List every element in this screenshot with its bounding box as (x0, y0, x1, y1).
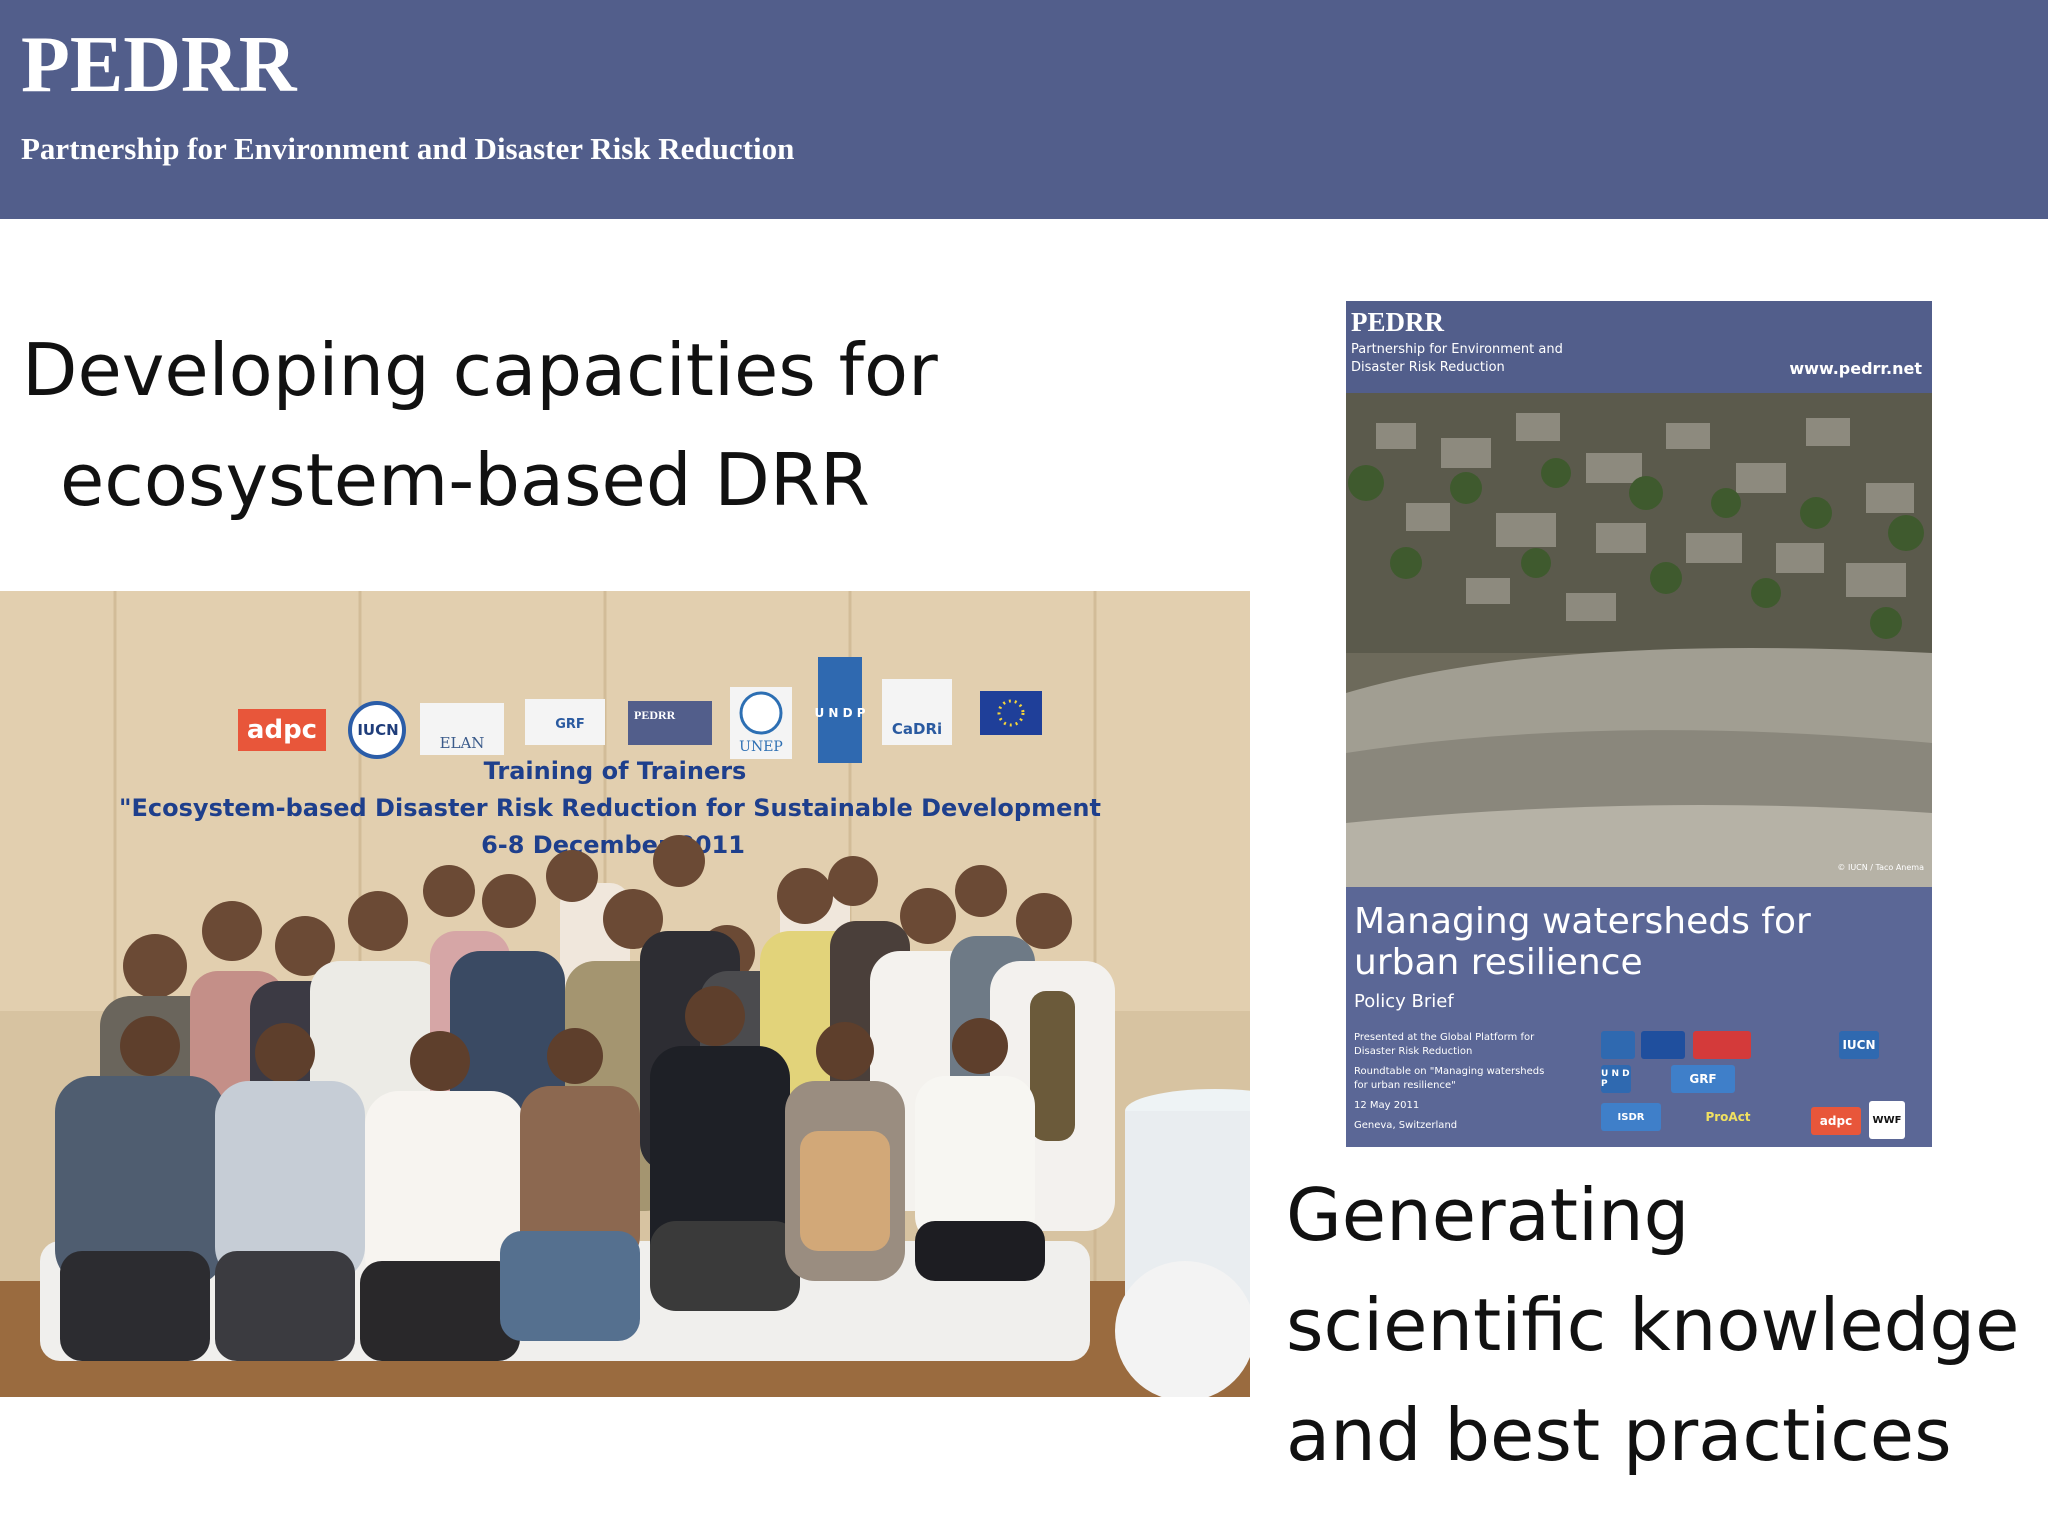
knowledge-heading-line1: Generating (1286, 1173, 1690, 1257)
unep-logo-text: UNEP (739, 739, 783, 755)
iucn-logo-text: IUCN (357, 721, 398, 739)
cover-adpc-logo: adpc (1811, 1107, 1861, 1135)
cover-note: 12 May 2011 (1354, 1100, 1420, 1111)
capacity-heading: Developing capacities for ecosystem-base… (22, 315, 1022, 535)
eu-flag (980, 691, 1042, 735)
un-emblem-icon (1601, 1031, 1635, 1059)
knowledge-heading-line2: scientific knowledge (1286, 1283, 2020, 1367)
proact-logo: ProAct (1705, 1110, 1751, 1124)
cover-partner-logos: IUCN U N D P GRF ISDR ProAct adpc WWF (1601, 1031, 1927, 1143)
cover-grf-logo: GRF (1671, 1065, 1735, 1093)
unep-emblem (739, 691, 783, 735)
isdr-logo: ISDR (1601, 1103, 1661, 1131)
adpc-logo-text: adpc (247, 715, 317, 745)
undp-logo-text: U N D P (814, 706, 865, 720)
capacity-heading-line1: Developing capacities for (22, 328, 938, 412)
photo-credit: © IUCN / Taco Anema (1837, 863, 1924, 872)
cover-brand-subtitle: Partnership for Environment and Disaster… (1351, 342, 1563, 375)
grf-logo-text: GRF (555, 717, 585, 732)
cover-undp-logo: U N D P (1601, 1065, 1631, 1093)
cover-iucn-logo: IUCN (1839, 1031, 1879, 1059)
cover-title: Managing watersheds for urban resilience (1354, 901, 1811, 983)
cover-url: www.pedrr.net (1789, 359, 1922, 378)
banner-line2: "Ecosystem-based Disaster Risk Reduction… (119, 794, 1101, 822)
training-group-photo: adpc IUCN ELAN GRF PEDRR UNEP U N D P Ca… (0, 591, 1250, 1397)
knowledge-heading: Generating scientific knowledge and best… (1286, 1160, 2046, 1490)
brand-title: PEDRR (21, 21, 297, 109)
cover-note: Roundtable on "Managing watersheds for u… (1354, 1066, 1545, 1091)
knowledge-heading-line3: and best practices (1286, 1393, 1952, 1477)
wwf-panda-logo: WWF (1869, 1101, 1905, 1139)
banner-line1: Training of Trainers (484, 757, 747, 785)
cover-note: Presented at the Global Platform for Dis… (1354, 1032, 1535, 1057)
coe-logo (1641, 1031, 1685, 1059)
cadri-logo-text: CaDRi (892, 720, 942, 738)
cover-subtitle: Policy Brief (1354, 991, 1454, 1012)
elan-logo-text: ELAN (440, 734, 485, 752)
header-bar: PEDRR Partnership for Environment and Di… (0, 0, 2048, 219)
brand-subtitle: Partnership for Environment and Disaster… (21, 131, 795, 166)
cover-brand: PEDRR (1351, 307, 1444, 337)
cover-notes: Presented at the Global Platform for Dis… (1354, 1031, 1559, 1139)
cover-note: Geneva, Switzerland (1354, 1120, 1458, 1131)
cover-header: PEDRR Partnership for Environment and Di… (1346, 301, 1932, 393)
policy-brief-cover: PEDRR Partnership for Environment and Di… (1346, 301, 1932, 1147)
pedrr-logo-text: PEDRR (634, 708, 676, 722)
red-cross-logo (1693, 1031, 1751, 1059)
capacity-heading-line2: ecosystem-based DRR (60, 438, 870, 522)
watershed-aerial-photo (1346, 393, 1932, 887)
banner-line3: 6-8 December 2011 (481, 831, 745, 859)
